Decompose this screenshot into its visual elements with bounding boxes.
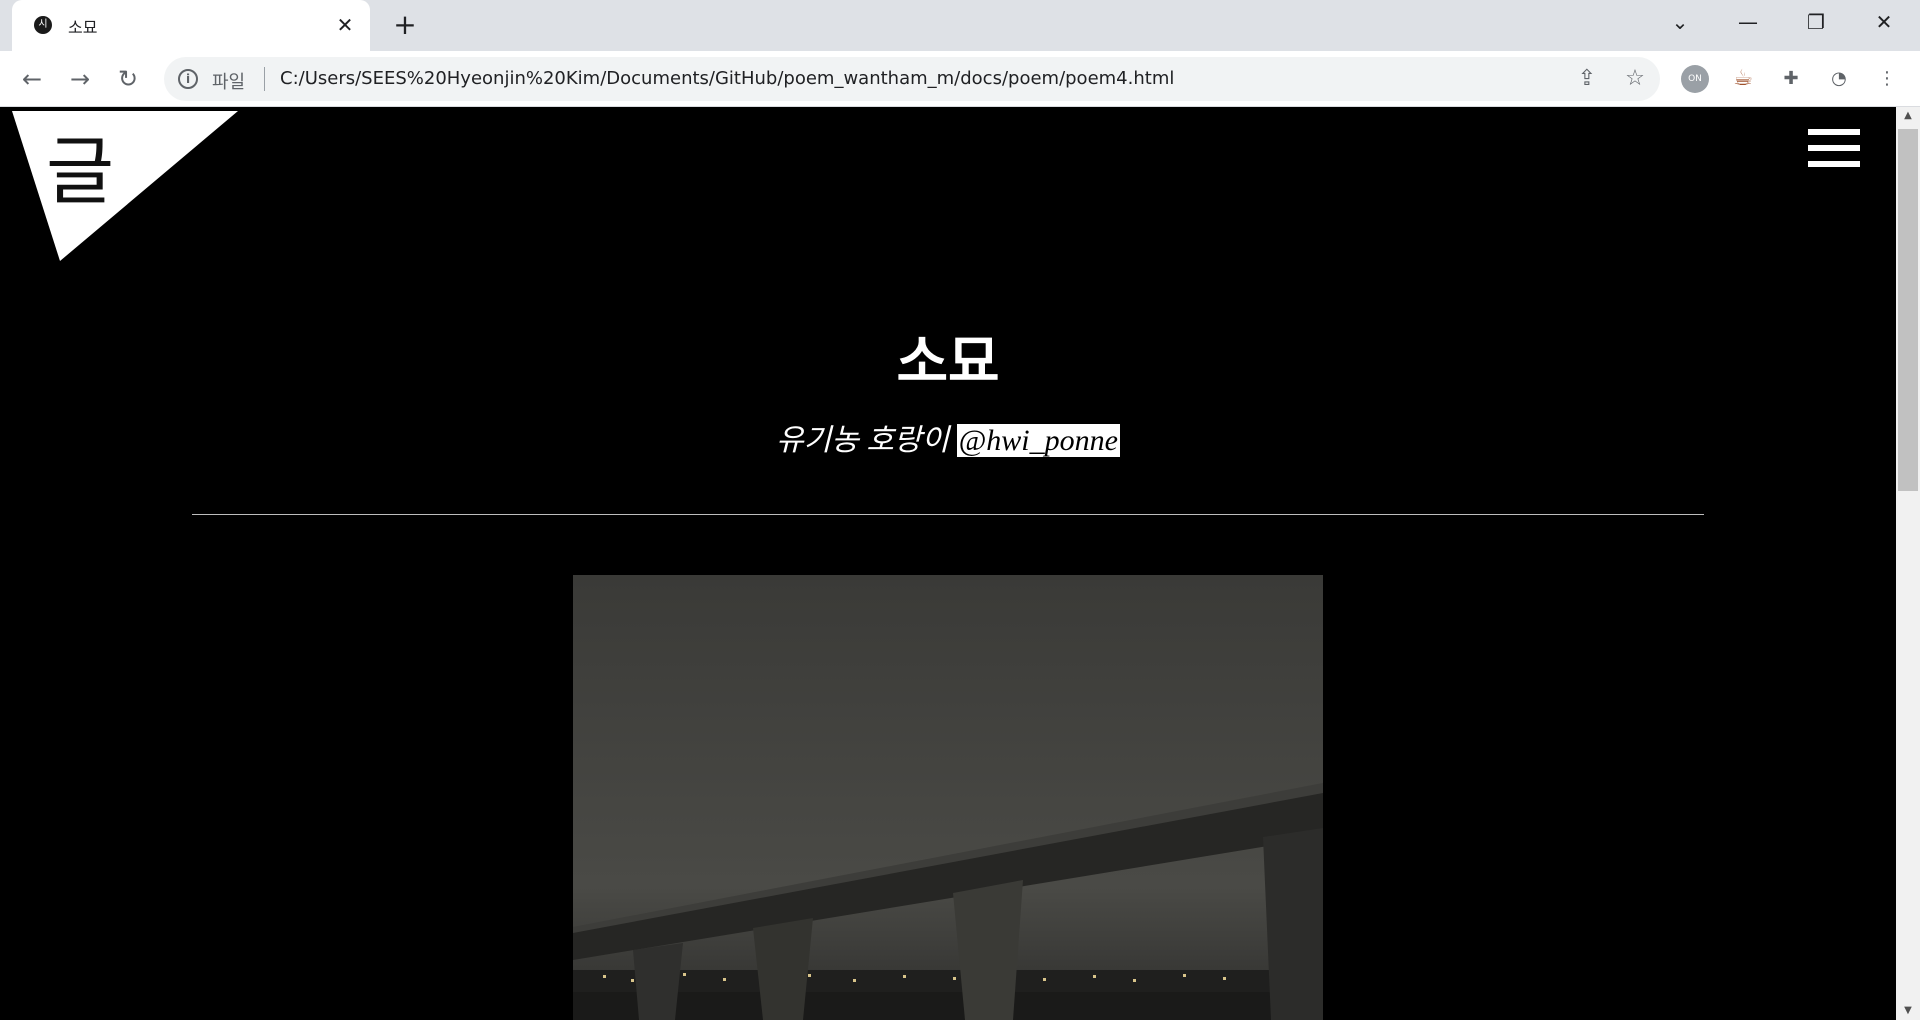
share-icon[interactable]: ⇪: [1574, 66, 1600, 92]
address-bar[interactable]: i 파일 C:/Users/SEES%20Hyeonjin%20Kim/Docu…: [164, 57, 1660, 101]
scroll-up-icon[interactable]: ▲: [1896, 107, 1920, 125]
logo-text: 글: [46, 129, 115, 215]
author-handle[interactable]: @hwi_ponne: [956, 424, 1120, 457]
browser-toolbar: ← → ↻ i 파일 C:/Users/SEES%20Hyeonjin%20Ki…: [0, 51, 1920, 107]
info-icon[interactable]: i: [178, 69, 198, 89]
reload-button[interactable]: ↻: [111, 62, 145, 96]
back-button[interactable]: ←: [15, 62, 49, 96]
profile-icon[interactable]: ◔: [1825, 65, 1853, 93]
poem-author: 유기농 호랑이 @hwi_ponne: [0, 415, 1896, 459]
tab-search-button[interactable]: ⌄: [1646, 0, 1714, 44]
browser-tab[interactable]: 시 소묘 ✕: [12, 0, 370, 51]
bookmark-star-icon[interactable]: ☆: [1622, 66, 1648, 92]
extension-icon[interactable]: ON: [1681, 65, 1709, 93]
scroll-thumb[interactable]: [1898, 129, 1918, 491]
new-tab-button[interactable]: +: [390, 10, 420, 40]
url-text[interactable]: C:/Users/SEES%20Hyeonjin%20Kim/Documents…: [280, 68, 1174, 89]
tab-favicon-icon: 시: [34, 16, 52, 34]
window-close-button[interactable]: ✕: [1850, 0, 1918, 44]
vertical-scrollbar[interactable]: ▲ ▼: [1896, 107, 1920, 1020]
author-name: 유기농 호랑이: [776, 424, 950, 457]
address-separator: [264, 67, 265, 91]
scheme-label: 파일: [212, 72, 246, 93]
poem-photo: [573, 575, 1323, 1020]
scroll-down-icon[interactable]: ▼: [1896, 1002, 1920, 1020]
browser-menu-icon[interactable]: ⋮: [1873, 65, 1901, 93]
forward-button[interactable]: →: [63, 62, 97, 96]
site-logo[interactable]: 글: [12, 111, 240, 261]
hamburger-menu-icon[interactable]: [1808, 129, 1860, 177]
title-divider: [192, 514, 1704, 515]
tab-strip: 시 소묘 ✕ + ⌄ — ❐ ✕: [0, 0, 1920, 51]
night-bridge-photo: [573, 575, 1323, 1020]
extensions-puzzle-icon[interactable]: ✚: [1777, 65, 1805, 93]
tab-title: 소묘: [68, 18, 98, 37]
poem-title: 소묘: [896, 329, 1000, 395]
coffee-extension-icon[interactable]: ☕: [1729, 65, 1757, 93]
page-content: 글 소묘 유기농 호랑이 @hwi_ponne: [0, 107, 1896, 1020]
minimize-button[interactable]: —: [1714, 0, 1782, 44]
tab-close-icon[interactable]: ✕: [332, 12, 358, 38]
restore-button[interactable]: ❐: [1782, 0, 1850, 44]
